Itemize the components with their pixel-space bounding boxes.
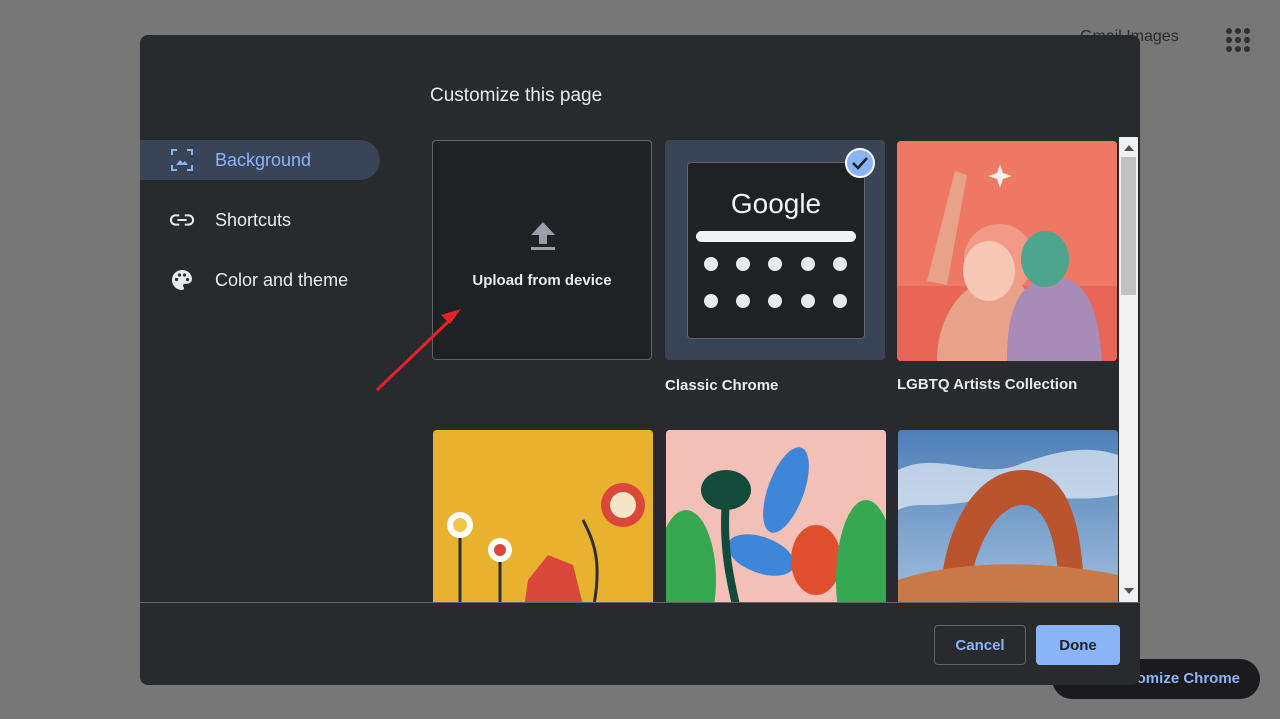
footer-divider bbox=[140, 602, 1140, 603]
search-bar-preview bbox=[696, 231, 856, 242]
collection-tile-pink-botanicals[interactable] bbox=[666, 430, 886, 602]
background-icon bbox=[170, 148, 194, 172]
scrollbar-thumb[interactable] bbox=[1121, 157, 1136, 295]
apps-grid-icon bbox=[1226, 28, 1250, 52]
classic-preview: Google bbox=[687, 162, 865, 339]
lgbtq-artwork-image bbox=[897, 141, 1117, 361]
scroll-down-arrow-icon[interactable] bbox=[1124, 588, 1134, 594]
customize-dialog: Customize this page Background Shortcuts bbox=[140, 35, 1140, 685]
nav-item-color-and-theme[interactable]: Color and theme bbox=[140, 260, 380, 300]
collection-tile-yellow-florals[interactable] bbox=[433, 430, 653, 602]
nav-item-shortcuts[interactable]: Shortcuts bbox=[140, 200, 380, 240]
nav-item-label: Background bbox=[215, 149, 312, 170]
nav-item-label: Shortcuts bbox=[215, 209, 292, 230]
florals-artwork-image bbox=[433, 430, 653, 602]
scroll-up-arrow-icon[interactable] bbox=[1124, 145, 1134, 151]
classic-chrome-label: Classic Chrome bbox=[665, 377, 779, 394]
cancel-button[interactable]: Cancel bbox=[934, 625, 1026, 665]
classic-chrome-tile[interactable]: Google bbox=[665, 140, 885, 360]
desert-arch-photo bbox=[898, 430, 1118, 602]
upload-icon bbox=[531, 222, 555, 250]
lgbtq-artists-collection-label: LGBTQ Artists Collection bbox=[897, 376, 1078, 393]
google-logo: Google bbox=[730, 188, 822, 219]
collection-tile-desert-arch[interactable] bbox=[898, 430, 1118, 602]
upload-label: Upload from device bbox=[472, 272, 612, 289]
nav-item-background[interactable]: Background bbox=[140, 140, 380, 180]
lgbtq-artists-collection-tile[interactable] bbox=[897, 141, 1117, 361]
done-button[interactable]: Done bbox=[1036, 625, 1120, 665]
selected-check-icon bbox=[845, 148, 875, 178]
link-icon bbox=[170, 208, 194, 232]
upload-from-device-tile[interactable]: Upload from device bbox=[432, 140, 652, 360]
nav-item-label: Color and theme bbox=[215, 269, 349, 290]
botanicals-artwork-image bbox=[666, 430, 886, 602]
tiles-scrollbar[interactable] bbox=[1119, 137, 1138, 602]
dialog-title: Customize this page bbox=[430, 85, 603, 106]
palette-icon bbox=[170, 268, 194, 292]
background-collections-grid: Upload from device Google Classic Chrome bbox=[432, 140, 1118, 602]
